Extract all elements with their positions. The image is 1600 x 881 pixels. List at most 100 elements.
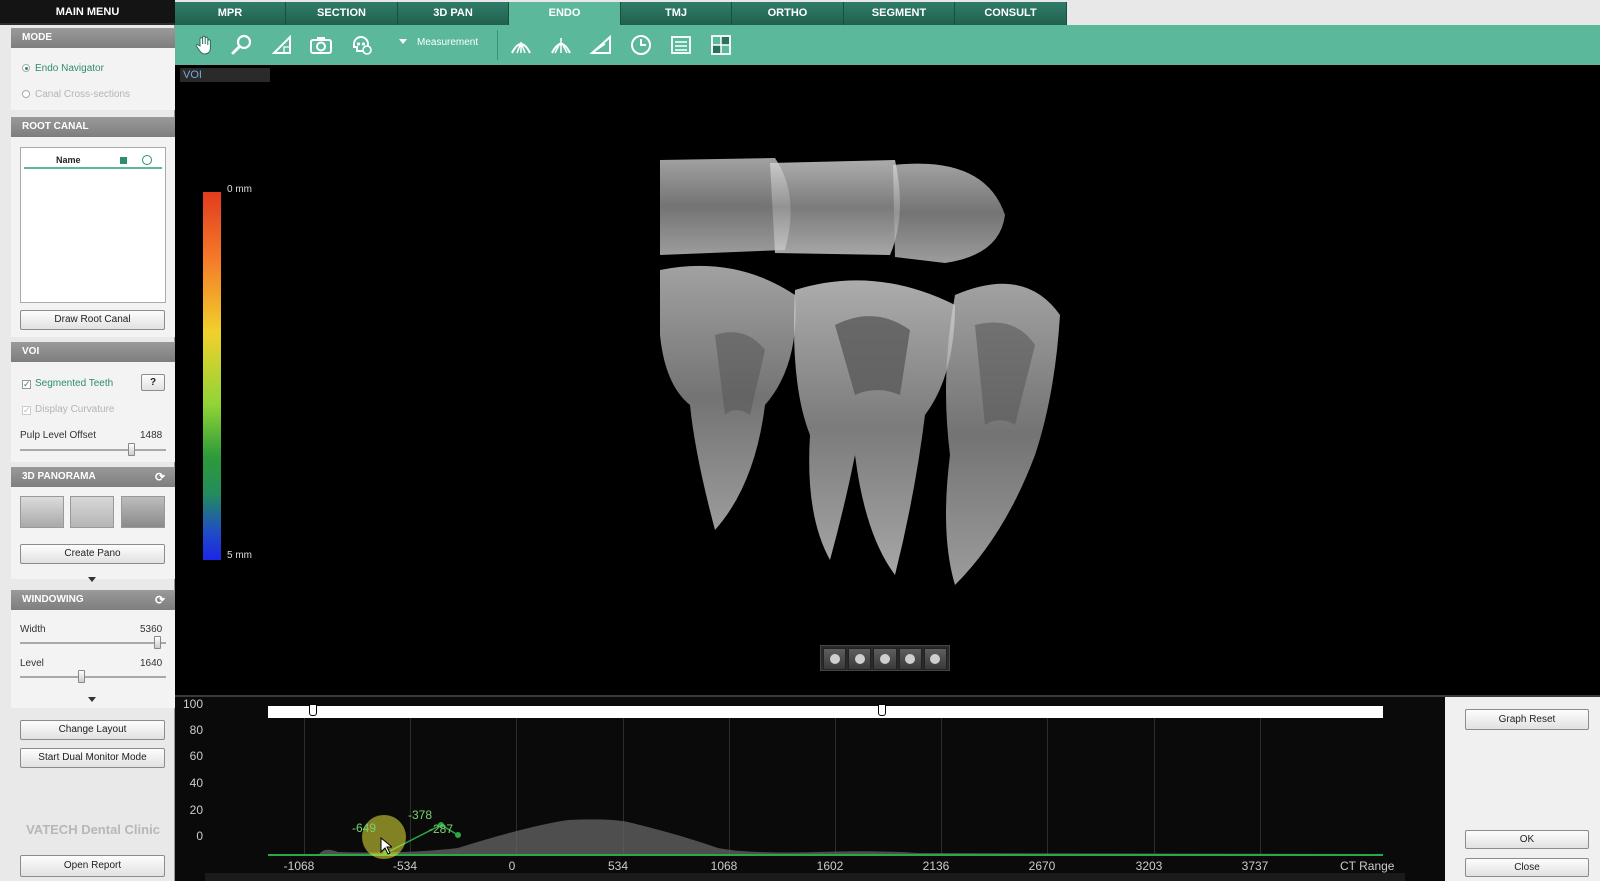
tab-tmj[interactable]: TMJ (621, 2, 732, 25)
angle-icon[interactable] (268, 31, 296, 59)
grid-icon[interactable] (707, 31, 735, 59)
root-canal-section-header: ROOT CANAL (11, 117, 175, 137)
preset-2-button[interactable] (848, 648, 872, 670)
endo-navigator-radio[interactable]: Endo Navigator (22, 63, 104, 74)
toolbar: Measurement (175, 25, 1600, 65)
tab-ortho[interactable]: ORTHO (732, 2, 844, 25)
teeth-3d-render[interactable] (655, 155, 1075, 595)
width-slider-track[interactable] (20, 642, 166, 644)
y-tick-label: 60 (189, 749, 203, 763)
segmented-teeth-checkbox[interactable]: ✓ Segmented Teeth (22, 378, 113, 389)
create-pano-button[interactable]: Create Pano (20, 544, 165, 564)
zoom-icon[interactable] (228, 31, 256, 59)
refresh-icon[interactable]: ⟳ (155, 467, 165, 487)
radio-selected-icon (22, 64, 30, 72)
change-layout-button[interactable]: Change Layout (20, 720, 165, 740)
color-column-icon (120, 157, 127, 164)
preset-4-button[interactable] (898, 648, 922, 670)
main-menu-button[interactable]: MAIN MENU (0, 0, 175, 25)
x-tick-label: 534 (607, 859, 629, 873)
canal-cross-sections-radio[interactable]: Canal Cross-sections (22, 89, 130, 100)
x-tick-label: -1068 (283, 859, 315, 873)
colorbar-top-label: 0 mm (227, 184, 252, 195)
endo-3d-viewport[interactable]: VOI 0 mm 5 mm (175, 65, 1600, 695)
pulp-level-offset-label: Pulp Level Offset (20, 430, 96, 441)
width-label: Width (20, 624, 46, 635)
dual-monitor-button[interactable]: Start Dual Monitor Mode (20, 748, 165, 768)
close-button[interactable]: Close (1465, 858, 1589, 877)
pano-skull-front-thumbnail[interactable] (20, 496, 64, 528)
panorama-title: 3D PANORAMA (22, 471, 96, 482)
tab-mpr[interactable]: MPR (175, 2, 286, 25)
x-tick-label: 1602 (816, 859, 844, 873)
voi-view-label: VOI (180, 68, 270, 82)
measurement-label: Measurement (417, 37, 479, 48)
layers-icon[interactable] (667, 31, 695, 59)
panorama-section-header: 3D PANORAMA ⟳ (11, 467, 175, 487)
checkmark-icon: ✓ (22, 405, 31, 415)
range-min-handle[interactable] (309, 704, 317, 716)
x-tick-label: 2670 (1028, 859, 1056, 873)
refresh-icon[interactable]: ⟳ (155, 590, 165, 610)
measurement-dropdown[interactable]: Measurement (399, 37, 478, 48)
x-tick-label: 2136 (922, 859, 950, 873)
render-preset-toolbar (820, 645, 950, 671)
y-tick-label: 100 (182, 697, 203, 711)
y-tick-label: 0 (196, 829, 203, 843)
draw-root-canal-button[interactable]: Draw Root Canal (20, 310, 165, 330)
graph-control-panel: Graph Reset OK Close (1445, 695, 1600, 881)
tooth-icon (829, 654, 840, 664)
tab-3d-pan[interactable]: 3D PAN (398, 2, 509, 25)
x-tick-label: 3737 (1241, 859, 1269, 873)
range-bar[interactable] (268, 706, 1383, 718)
windowing-title: WINDOWING (22, 594, 84, 605)
skull-icon[interactable] (347, 31, 375, 59)
level-label: Level (20, 658, 44, 669)
dropdown-arrow-icon (399, 39, 407, 44)
canal-icon[interactable] (507, 31, 535, 59)
graph-reset-button[interactable]: Graph Reset (1465, 709, 1589, 730)
root-canal-list-header: Name (24, 153, 162, 169)
checkmark-icon: ✓ (22, 379, 31, 389)
camera-icon[interactable] (307, 31, 335, 59)
graph-scrollbar[interactable] (205, 873, 1405, 881)
mouse-pointer-icon (380, 837, 392, 855)
canal2-icon[interactable] (547, 31, 575, 59)
toolbar-divider (497, 30, 498, 60)
tooth-icon (854, 654, 865, 664)
tooth-icon (880, 654, 890, 664)
tab-endo[interactable]: ENDO (509, 2, 621, 25)
ruler-icon[interactable] (587, 31, 615, 59)
open-report-button[interactable]: Open Report (20, 855, 165, 877)
display-curvature-checkbox[interactable]: ✓ Display Curvature (22, 404, 114, 415)
level-value: 1640 (140, 658, 163, 669)
expand-arrow-icon[interactable] (88, 577, 96, 582)
ok-button[interactable]: OK (1465, 830, 1589, 849)
range-max-handle[interactable] (878, 704, 886, 716)
control-point-label: -378 (408, 808, 433, 822)
pulp-level-slider-track[interactable] (20, 449, 166, 451)
pano-skull-side-thumbnail[interactable] (70, 496, 114, 528)
help-button[interactable]: ? (141, 374, 165, 391)
root-canal-list[interactable]: Name (20, 147, 166, 303)
ct-range-graph[interactable]: 100 80 60 40 20 0 -649 -378 -287 -1068 -… (175, 695, 1445, 881)
preset-1-button[interactable] (823, 648, 847, 670)
preset-3-button[interactable] (873, 648, 897, 670)
level-slider-thumb[interactable] (78, 670, 85, 683)
tab-segment[interactable]: SEGMENT (844, 2, 955, 25)
mode-section-header: MODE (11, 28, 175, 48)
width-slider-thumb[interactable] (154, 636, 161, 649)
expand-arrow-icon[interactable] (88, 697, 96, 702)
level-slider-track[interactable] (20, 676, 166, 678)
tooth-icon (905, 654, 916, 664)
rotate-icon[interactable] (627, 31, 655, 59)
tab-consult[interactable]: CONSULT (955, 2, 1067, 25)
depth-color-bar (203, 192, 221, 560)
preset-5-button[interactable] (923, 648, 948, 670)
visibility-column-icon (142, 155, 152, 165)
hand-icon[interactable] (191, 31, 219, 59)
tab-section[interactable]: SECTION (286, 2, 398, 25)
pulp-level-slider-thumb[interactable] (128, 443, 135, 456)
voi-title: VOI (22, 346, 40, 357)
pano-skull-bone-thumbnail[interactable] (121, 496, 165, 528)
